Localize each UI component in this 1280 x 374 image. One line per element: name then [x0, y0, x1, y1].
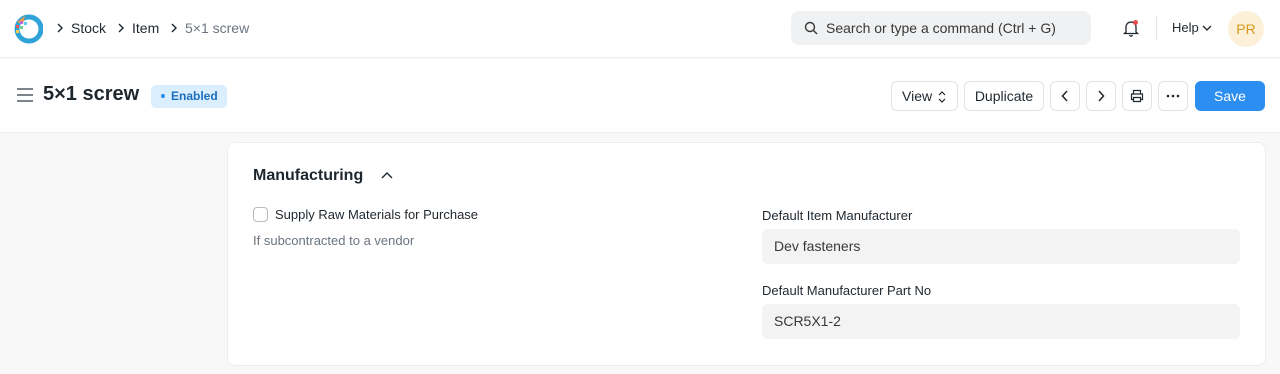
- view-button[interactable]: View: [891, 81, 958, 111]
- avatar[interactable]: PR: [1228, 11, 1264, 47]
- default-item-manufacturer-label: Default Item Manufacturer: [762, 208, 913, 223]
- status-badge: Enabled: [151, 85, 227, 108]
- chevron-right-icon: [118, 23, 124, 33]
- supply-raw-materials-description: If subcontracted to a vendor: [253, 233, 415, 248]
- chevron-down-icon[interactable]: [1202, 24, 1212, 32]
- chevron-left-icon: [1061, 90, 1068, 102]
- print-button[interactable]: [1122, 81, 1152, 111]
- app-logo-icon[interactable]: [13, 12, 43, 44]
- default-manufacturer-part-no-field[interactable]: SCR5X1-2: [762, 304, 1240, 339]
- default-manufacturer-part-no-label: Default Manufacturer Part No: [762, 283, 932, 298]
- search-input[interactable]: [826, 11, 1081, 45]
- previous-button[interactable]: [1050, 81, 1080, 111]
- breadcrumb-item[interactable]: Item: [132, 19, 159, 37]
- printer-icon: [1130, 89, 1144, 103]
- chevron-right-icon: [171, 23, 177, 33]
- view-button-label: View: [902, 88, 933, 104]
- page-head: 5×1 screw Enabled View Duplicate Save: [0, 59, 1280, 133]
- supply-raw-materials-checkbox[interactable]: [253, 207, 268, 222]
- breadcrumb-current: 5×1 screw: [185, 20, 250, 36]
- navbar: Stock Item 5×1 screw Help PR: [0, 0, 1280, 58]
- bell-icon[interactable]: [1122, 19, 1140, 37]
- search-bar[interactable]: [791, 11, 1091, 45]
- supply-raw-materials-label[interactable]: Supply Raw Materials for Purchase: [275, 207, 478, 222]
- page-title: 5×1 screw: [43, 83, 140, 105]
- save-button[interactable]: Save: [1195, 81, 1265, 111]
- hamburger-icon[interactable]: [17, 88, 33, 102]
- default-item-manufacturer-field[interactable]: Dev fasteners: [762, 229, 1240, 264]
- section-title: Manufacturing: [253, 167, 364, 184]
- more-button[interactable]: [1158, 81, 1188, 111]
- breadcrumb-stock[interactable]: Stock: [71, 19, 106, 37]
- help-menu[interactable]: Help: [1172, 20, 1199, 35]
- sort-arrows-icon: [938, 91, 946, 103]
- duplicate-button[interactable]: Duplicate: [964, 81, 1044, 111]
- status-badge-label: Enabled: [171, 89, 218, 103]
- more-icon: [1166, 94, 1180, 98]
- chevron-right-icon: [1098, 90, 1105, 102]
- status-dot-icon: [161, 94, 165, 98]
- search-icon: [804, 21, 818, 35]
- next-button[interactable]: [1086, 81, 1116, 111]
- manufacturing-section: Manufacturing Supply Raw Materials for P…: [227, 142, 1266, 366]
- chevron-right-icon: [57, 23, 63, 33]
- navbar-divider: [1156, 16, 1157, 40]
- chevron-up-icon[interactable]: [381, 171, 393, 179]
